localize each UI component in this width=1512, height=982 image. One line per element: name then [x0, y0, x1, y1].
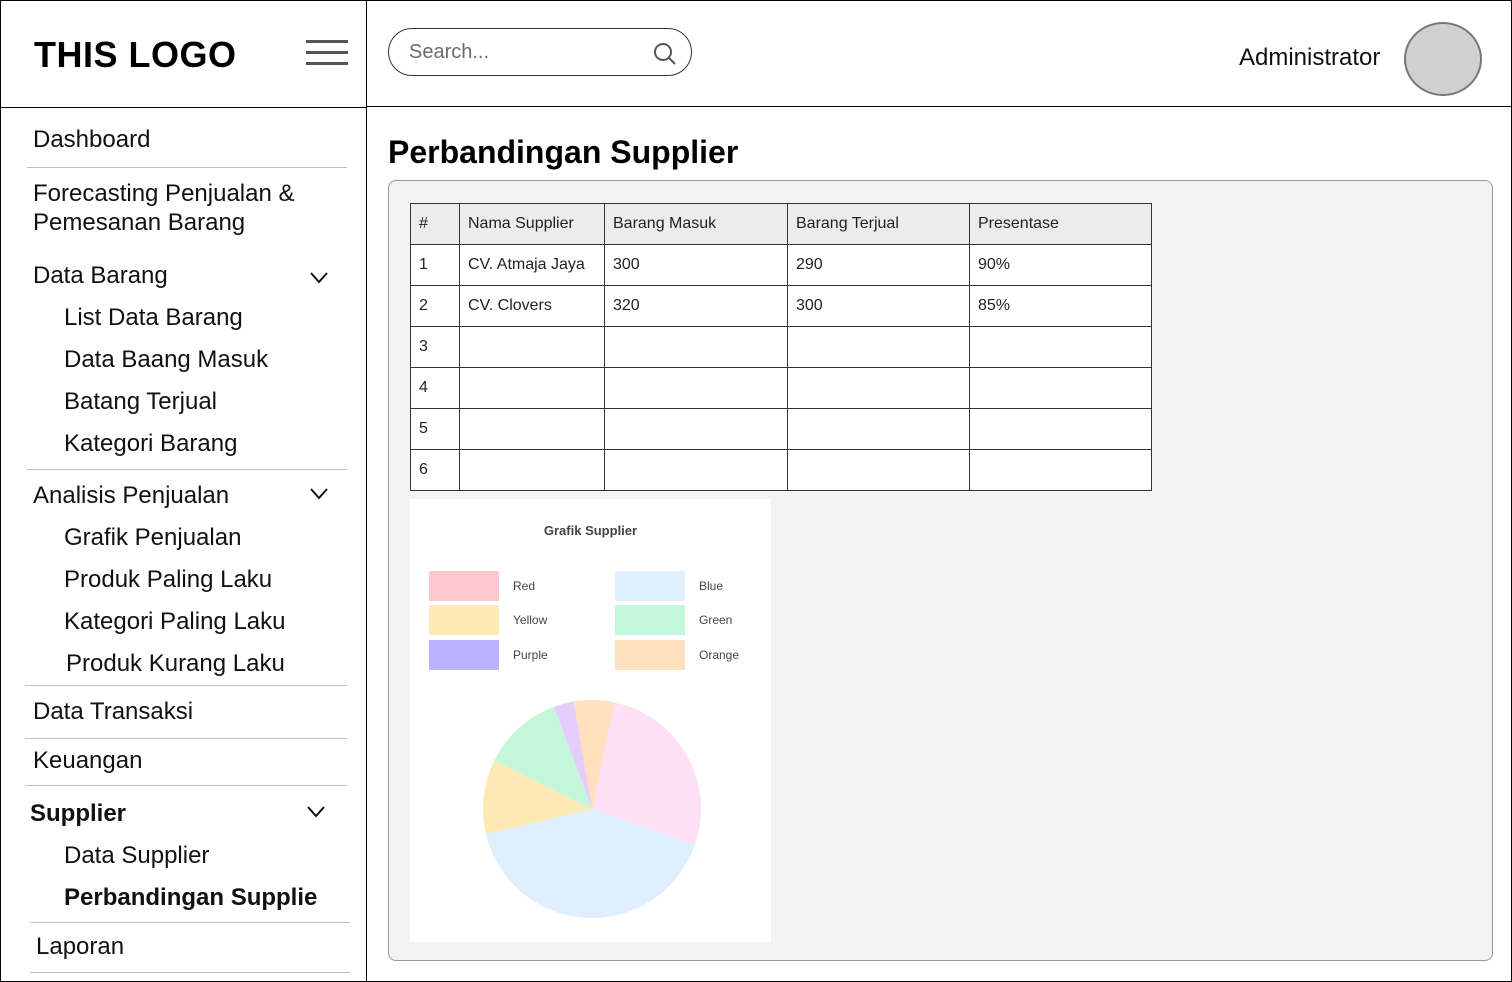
sidebar-subitem-list-data-barang[interactable]: List Data Barang — [64, 303, 243, 332]
user-name: Administrator — [1239, 44, 1381, 71]
sidebar-item-laporan[interactable]: Laporan — [36, 932, 124, 961]
sidebar-subitem-produk-paling-laku[interactable]: Produk Paling Laku — [64, 565, 272, 594]
sidebar-item-forecasting-line1[interactable]: Forecasting Penjualan & — [33, 179, 295, 208]
search-box[interactable] — [388, 28, 692, 76]
sidebar-item-data-barang[interactable]: Data Barang — [33, 261, 168, 290]
sidebar-item-forecasting-line2[interactable]: Pemesanan Barang — [33, 208, 245, 237]
supplier-table: # Nama Supplier Barang Masuk Barang Terj… — [410, 203, 1152, 491]
column-header[interactable]: Presentase — [969, 203, 1152, 245]
table-cell — [787, 449, 970, 491]
column-header[interactable]: Barang Masuk — [604, 203, 788, 245]
page-title: Perbandingan Supplier — [388, 134, 739, 170]
chevron-down-icon[interactable] — [309, 271, 329, 285]
table-cell — [969, 326, 1152, 368]
table-cell — [969, 408, 1152, 450]
table-cell: 3 — [410, 326, 460, 368]
table-cell: 5 — [410, 408, 460, 450]
table-cell: 6 — [410, 449, 460, 491]
divider — [27, 167, 347, 168]
sidebar-subitem-grafik-penjualan[interactable]: Grafik Penjualan — [64, 523, 241, 552]
sidebar-item-dashboard[interactable]: Dashboard — [33, 125, 150, 154]
logo-bar: THIS LOGO — [0, 0, 367, 108]
table-cell: CV. Atmaja Jaya — [459, 244, 605, 286]
sidebar-item-analisis-penjualan[interactable]: Analisis Penjualan — [33, 481, 229, 510]
table-cell: 2 — [410, 285, 460, 327]
table-cell — [969, 449, 1152, 491]
sidebar-subitem-barang-terjual[interactable]: Batang Terjual — [64, 387, 217, 416]
column-header[interactable]: # — [410, 203, 460, 245]
table-cell — [969, 367, 1152, 409]
sidebar-item-supplier[interactable]: Supplier — [30, 799, 126, 828]
table-cell — [787, 408, 970, 450]
table-row[interactable]: 4 — [410, 367, 1152, 409]
hamburger-menu-icon[interactable] — [306, 40, 348, 68]
sidebar-subitem-perbandingan-supplier[interactable]: Perbandingan Supplie — [64, 883, 317, 912]
table-cell — [604, 449, 788, 491]
divider — [25, 738, 347, 739]
divider — [30, 922, 350, 923]
table-cell — [459, 367, 605, 409]
table-cell: 320 — [604, 285, 788, 327]
table-row[interactable]: 3 — [410, 326, 1152, 368]
supplier-chart-card: Grafik Supplier Red Blue Yellow Green Pu… — [410, 499, 771, 942]
divider — [27, 469, 347, 470]
sidebar-subitem-kategori-barang[interactable]: Kategori Barang — [64, 429, 237, 458]
table-cell — [787, 326, 970, 368]
table-cell: 300 — [787, 285, 970, 327]
table-cell: CV. Clovers — [459, 285, 605, 327]
avatar[interactable] — [1404, 22, 1482, 96]
sidebar-item-keuangan[interactable]: Keuangan — [33, 746, 142, 775]
table-cell — [459, 408, 605, 450]
table-row[interactable]: 5 — [410, 408, 1152, 450]
search-input[interactable] — [409, 39, 639, 65]
column-header[interactable]: Nama Supplier — [459, 203, 605, 245]
sidebar-subitem-data-supplier[interactable]: Data Supplier — [64, 841, 209, 870]
table-header-row: # Nama Supplier Barang Masuk Barang Terj… — [410, 203, 1152, 245]
sidebar-subitem-produk-kurang-laku[interactable]: Produk Kurang Laku — [66, 649, 285, 678]
sidebar-subitem-data-barang-masuk[interactable]: Data Baang Masuk — [64, 345, 268, 374]
table-cell — [604, 367, 788, 409]
sidebar-subitem-kategori-paling-laku[interactable]: Kategori Paling Laku — [64, 607, 285, 636]
column-header[interactable]: Barang Terjual — [787, 203, 970, 245]
table-cell: 90% — [969, 244, 1152, 286]
table-cell — [604, 326, 788, 368]
divider — [25, 685, 347, 686]
table-cell: 4 — [410, 367, 460, 409]
top-header: Administrator — [367, 0, 1512, 107]
divider — [25, 785, 347, 786]
table-cell — [459, 449, 605, 491]
table-cell: 1 — [410, 244, 460, 286]
table-row[interactable]: 2 CV. Clovers 320 300 85% — [410, 285, 1152, 327]
sidebar-item-data-transaksi[interactable]: Data Transaksi — [33, 697, 193, 726]
table-row[interactable]: 1 CV. Atmaja Jaya 300 290 90% — [410, 244, 1152, 286]
table-row[interactable]: 6 — [410, 449, 1152, 491]
chevron-down-icon[interactable] — [309, 487, 329, 501]
search-icon[interactable] — [652, 41, 678, 67]
table-cell: 290 — [787, 244, 970, 286]
table-cell — [604, 408, 788, 450]
chevron-down-icon[interactable] — [306, 805, 326, 819]
logo: THIS LOGO — [34, 34, 237, 75]
table-cell: 85% — [969, 285, 1152, 327]
sidebar: THIS LOGO Dashboard Forecasting Penjuala… — [0, 0, 367, 982]
table-cell: 300 — [604, 244, 788, 286]
table-cell — [459, 326, 605, 368]
pie-chart — [483, 700, 702, 919]
table-cell — [787, 367, 970, 409]
divider — [30, 972, 350, 973]
